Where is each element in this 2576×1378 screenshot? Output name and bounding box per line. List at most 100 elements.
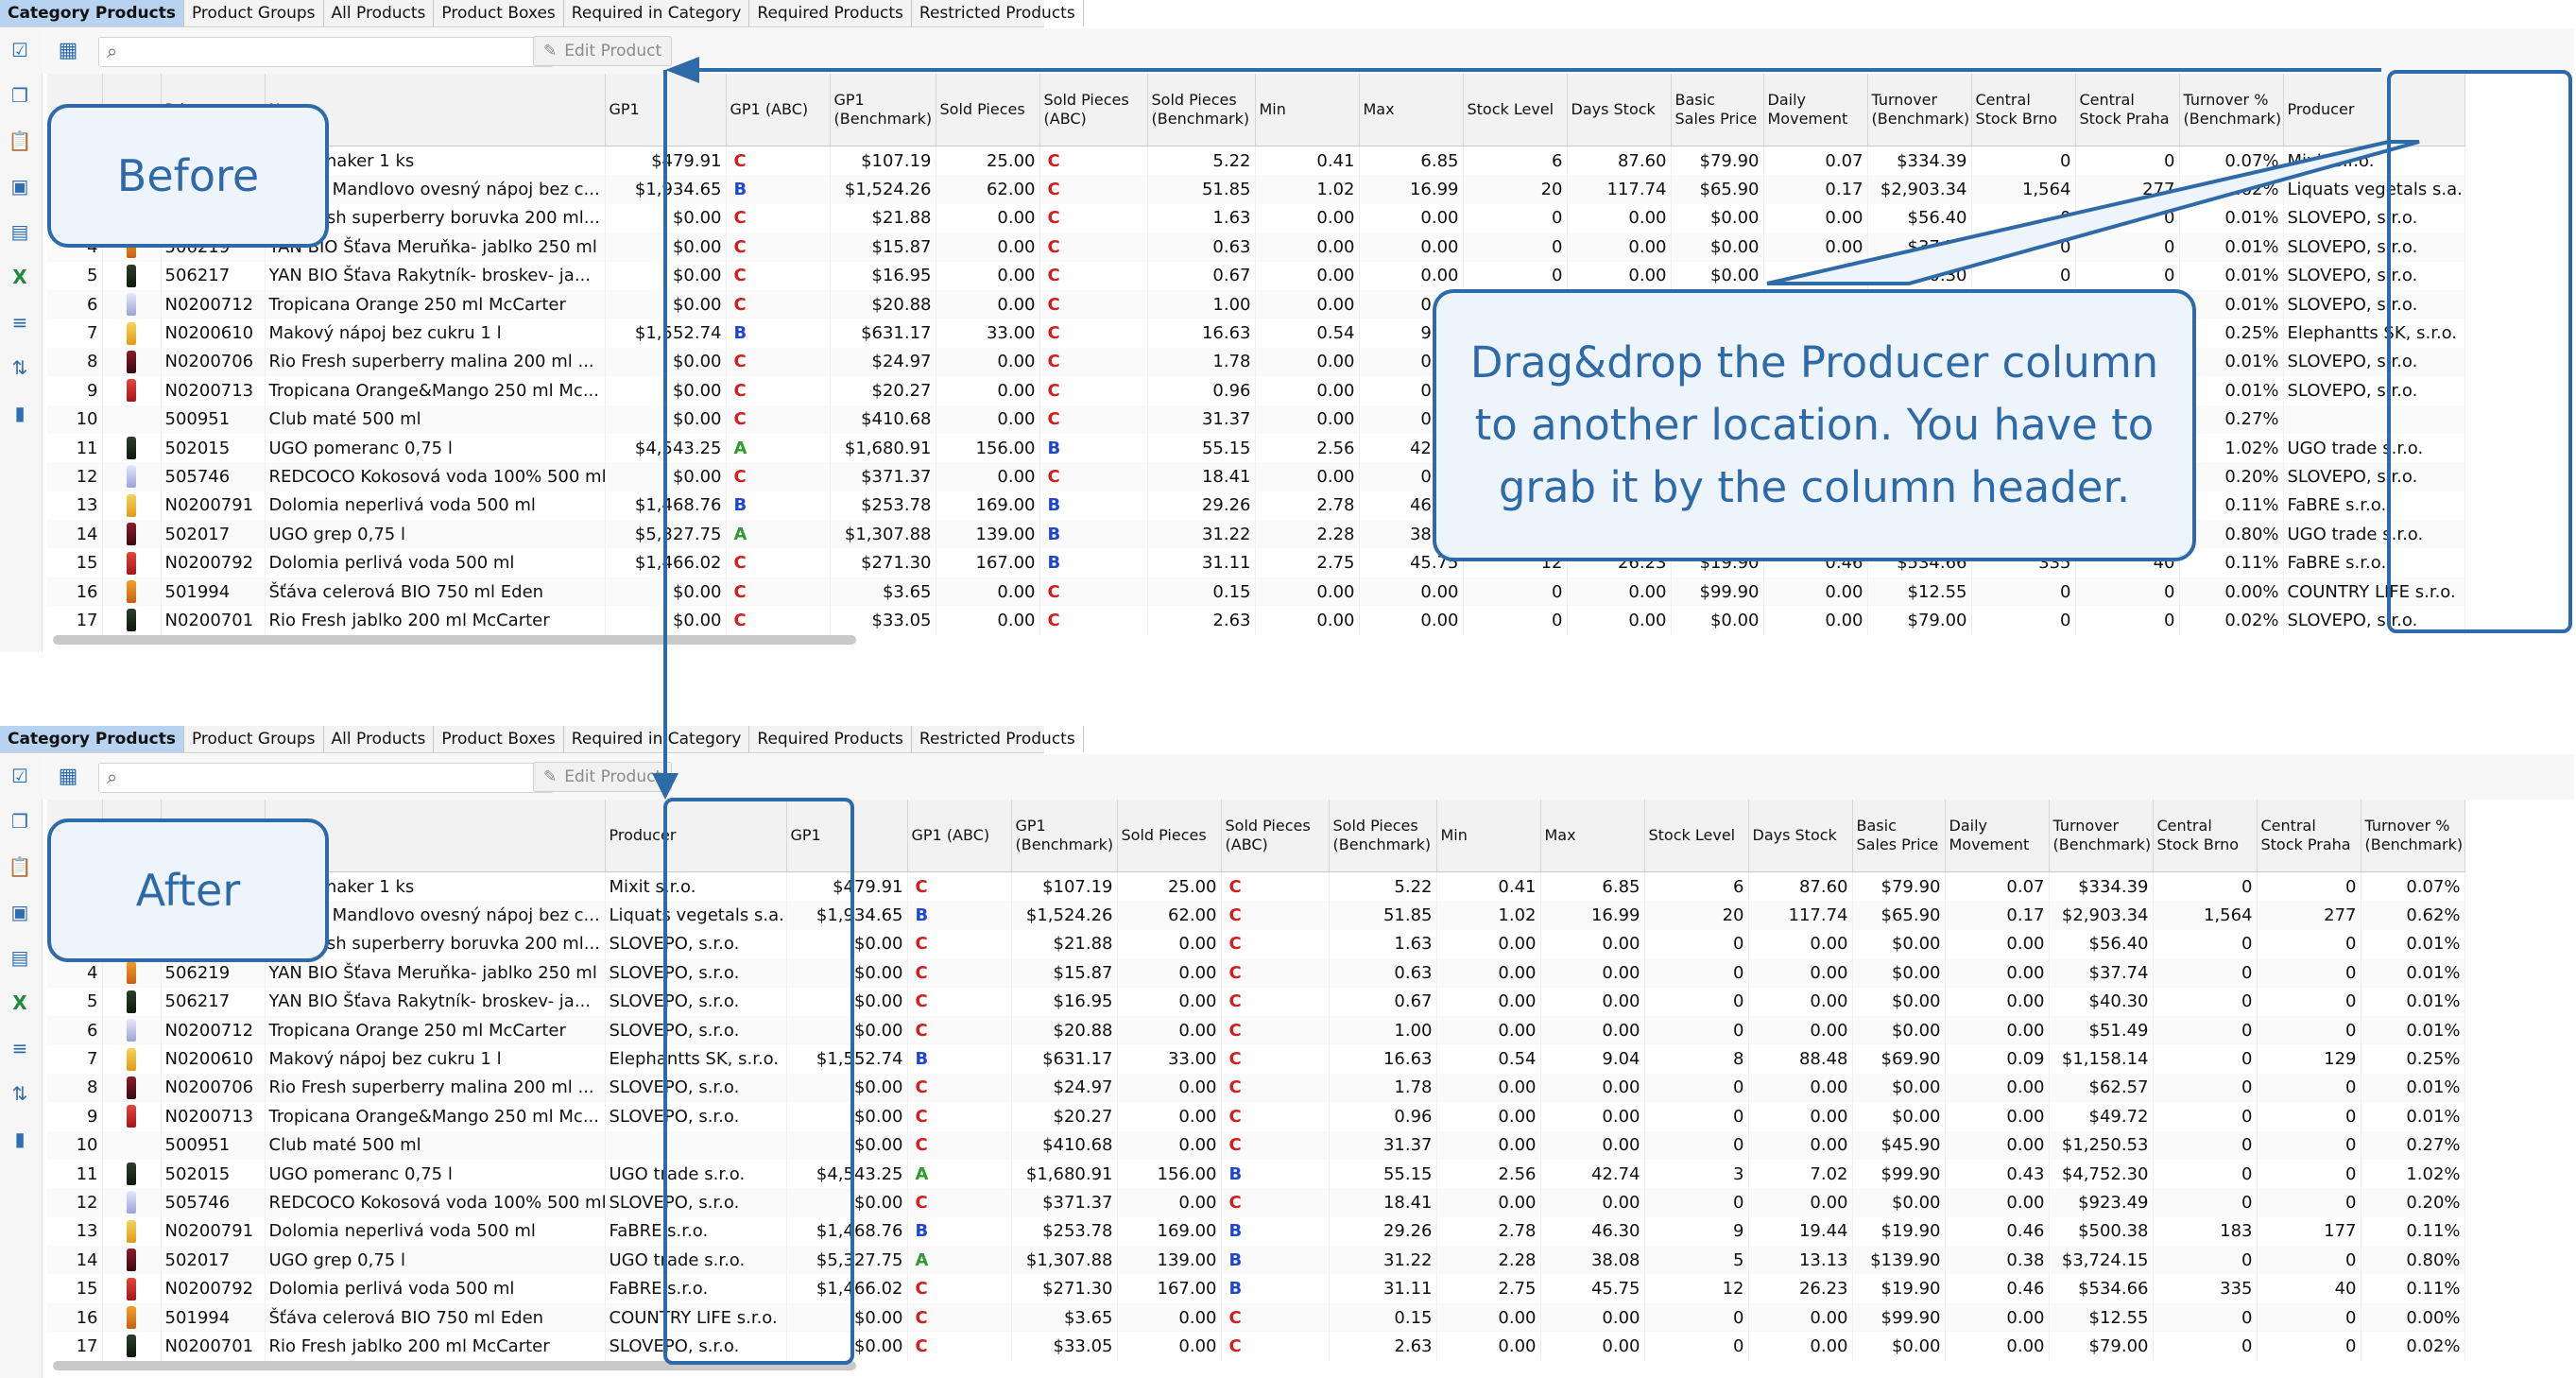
column-header-turnb[interactable]: Turnover (Benchmark) (2049, 800, 2154, 872)
tab-restricted-products[interactable]: Restricted Products (912, 726, 1084, 752)
calendar-settings-icon[interactable]: ▦ (55, 38, 81, 64)
column-header-min[interactable]: Min (1436, 800, 1541, 872)
bar-chart-icon[interactable]: ▮ (8, 1127, 32, 1151)
edit-product-button[interactable]: ✎ Edit Product (533, 762, 673, 792)
tab-product-groups[interactable]: Product Groups (184, 0, 324, 26)
column-header-gp1b[interactable]: GP1 (Benchmark) (1011, 800, 1118, 872)
column-header-praha[interactable]: Central Stock Praha (2257, 800, 2361, 872)
tab-all-products[interactable]: All Products (324, 0, 435, 26)
table-row[interactable]: 16 501994 Šťáva celerová BIO 750 ml Eden $0… (47, 577, 2465, 607)
column-header-price[interactable]: Basic Sales Price (1852, 800, 1946, 872)
column-header-sold[interactable]: Sold Pieces (1117, 800, 1222, 872)
table-row[interactable]: 11 502015 UGO pomeranc 0,75 l UGO trade s.r… (47, 1159, 2465, 1189)
column-header-price[interactable]: Basic Sales Price (1671, 74, 1764, 146)
tab-product-boxes[interactable]: Product Boxes (434, 726, 564, 752)
column-header-stock[interactable]: Stock Level (1463, 74, 1568, 146)
edit-product-button[interactable]: ✎ Edit Product (533, 36, 673, 66)
document-icon[interactable]: ▤ (8, 219, 32, 244)
save-icon[interactable]: ▣ (8, 174, 32, 198)
column-header-gp1abc[interactable]: GP1 (ABC) (726, 74, 831, 146)
bar-chart-icon[interactable]: ▮ (8, 401, 32, 425)
tab-restricted-products[interactable]: Restricted Products (912, 0, 1084, 26)
column-header-gp1[interactable]: GP1 (605, 74, 727, 146)
table-row[interactable]: 14 502017 UGO grep 0,75 l UGO trade s.r.o. $… (47, 1246, 2465, 1275)
excel-export-icon[interactable]: X (8, 990, 32, 1015)
tab-category-products[interactable]: Category Products (0, 0, 184, 26)
product-table-container[interactable]: PrimaryNameProducerGP1GP1 (ABC)GP1 (Benc… (47, 800, 2576, 1367)
column-header-gp1abc[interactable]: GP1 (ABC) (907, 800, 1012, 872)
column-header-soldabc[interactable]: Sold Pieces (ABC) (1039, 74, 1148, 146)
table-row[interactable]: 7 N0200610 Makový nápoj bez cukru 1 l Eleph… (47, 1044, 2465, 1074)
column-header-daily[interactable]: Daily Movement (1945, 800, 2050, 872)
table-row[interactable]: Rio Fresh superberry boruvka 200 ml... $0… (47, 203, 2465, 233)
search-input[interactable] (133, 767, 543, 789)
import-icon[interactable]: ⇅ (8, 355, 32, 380)
horizontal-scrollbar[interactable] (53, 635, 856, 645)
tab-product-groups[interactable]: Product Groups (184, 726, 324, 752)
table-row[interactable]: Rio Fresh superberry boruvka 200 ml... SL… (47, 929, 2465, 959)
search-input[interactable] (133, 41, 543, 63)
column-header-soldb[interactable]: Sold Pieces (Benchmark) (1147, 74, 1256, 146)
tab-required-products[interactable]: Required Products (749, 726, 912, 752)
table-row[interactable]: 17 N0200701 Rio Fresh jablko 200 ml McCart… (47, 1332, 2465, 1361)
column-header-turnpct[interactable]: Turnover % (Benchmark) (2179, 74, 2284, 146)
column-header-gp1[interactable]: GP1 (786, 800, 908, 872)
table-row[interactable]: 10 500951 Club maté 500 ml $0.00 C $410.68 0.0… (47, 1130, 2465, 1160)
table-row[interactable]: 4506219YAN BIO Šťava Meruňka- jablko 250… (47, 233, 2465, 262)
column-header-stock[interactable]: Stock Level (1644, 800, 1749, 872)
csv-export-icon[interactable]: ≡ (8, 310, 32, 335)
tab-required-in-category[interactable]: Required in Category (564, 0, 750, 26)
table-row[interactable]: 8 N0200706 Rio Fresh superberry malina 200… (47, 1073, 2465, 1103)
table-row[interactable]: 5 506217 YAN BIO Šťava Rakytník- broskev- … (47, 261, 2465, 290)
column-header-brno[interactable]: Central Stock Brno (2153, 800, 2258, 872)
save-icon[interactable]: ▣ (8, 900, 32, 924)
tab-category-products[interactable]: Category Products (0, 726, 184, 752)
column-header-days[interactable]: Days Stock (1748, 800, 1853, 872)
column-header-producer[interactable]: Producer (2283, 74, 2465, 146)
table-row[interactable]: Mixit Shaker 1 ks $479.91 C $107.19 25.00 C 5.… (47, 146, 2465, 176)
table-row[interactable]: 15 N0200792 Dolomia perlivá voda 500 ml FaB… (47, 1274, 2465, 1303)
table-row[interactable]: 9 N0200713 Tropicana Orange&Mango 250 ml M… (47, 1102, 2465, 1131)
column-header-soldb[interactable]: Sold Pieces (Benchmark) (1329, 800, 1437, 872)
table-row[interactable]: 5 506217 YAN BIO Šťava Rakytník- broskev- … (47, 987, 2465, 1016)
document-icon[interactable]: ▤ (8, 945, 32, 970)
table-row[interactable]: 13 N0200791 Dolomia neperlivá voda 500 ml F… (47, 1216, 2465, 1247)
table-row[interactable]: 4506219YAN BIO Šťava Meruňka- jablko 250… (47, 958, 2465, 988)
column-header-producer[interactable]: Producer (605, 800, 787, 872)
column-header-turnpct[interactable]: Turnover % (Benchmark) (2361, 800, 2465, 872)
column-header-soldabc[interactable]: Sold Pieces (ABC) (1221, 800, 1330, 872)
column-header-turnb[interactable]: Turnover (Benchmark) (1867, 74, 1972, 146)
column-header-gp1b[interactable]: GP1 (Benchmark) (830, 74, 936, 146)
column-header-daily[interactable]: Daily Movement (1763, 74, 1868, 146)
csv-export-icon[interactable]: ≡ (8, 1036, 32, 1060)
table-row[interactable]: Natrue Mandlovo ovesný nápoj bez c... $1,… (47, 175, 2465, 204)
table-row[interactable]: 6 N0200712 Tropicana Orange 250 ml McCarte… (47, 1015, 2465, 1045)
clipboard-icon[interactable]: 📋 (8, 129, 32, 153)
column-header-max[interactable]: Max (1540, 800, 1645, 872)
product-table-container[interactable]: PrimaryNameGP1GP1 (ABC)GP1 (Benchmark)So… (47, 74, 2576, 641)
search-box[interactable]: ⌕ (98, 37, 554, 67)
table-row[interactable]: Natrue Mandlovo ovesný nápoj bez c... Liq… (47, 901, 2465, 930)
copy-icon[interactable]: ❐ (8, 809, 32, 834)
table-row[interactable]: 12 505746 REDCOCO Kokosová voda 100% 500 m… (47, 1188, 2465, 1217)
table-row[interactable]: 16 501994 Šťáva celerová BIO 750 ml Eden CO… (47, 1302, 2465, 1333)
column-header-days[interactable]: Days Stock (1567, 74, 1672, 146)
copy-icon[interactable]: ❐ (8, 83, 32, 108)
column-header-praha[interactable]: Central Stock Praha (2075, 74, 2180, 146)
table-row[interactable]: 17 N0200701 Rio Fresh jablko 200 ml McCart… (47, 606, 2465, 635)
horizontal-scrollbar[interactable] (53, 1361, 856, 1370)
excel-export-icon[interactable]: X (8, 265, 32, 289)
check-list-icon[interactable]: ☑ (8, 764, 32, 788)
tab-product-boxes[interactable]: Product Boxes (434, 0, 564, 26)
column-header-brno[interactable]: Central Stock Brno (1971, 74, 2076, 146)
column-header-min[interactable]: Min (1255, 74, 1360, 146)
clipboard-icon[interactable]: 📋 (8, 854, 32, 879)
tab-all-products[interactable]: All Products (324, 726, 435, 752)
column-header-max[interactable]: Max (1359, 74, 1464, 146)
table-row[interactable]: Mixit Shaker 1 ks Mixit s.r.o. $479.91 C $10… (47, 871, 2465, 902)
calendar-settings-icon[interactable]: ▦ (55, 764, 81, 790)
tab-required-products[interactable]: Required Products (749, 0, 912, 26)
tab-required-in-category[interactable]: Required in Category (564, 726, 750, 752)
column-header-sold[interactable]: Sold Pieces (936, 74, 1040, 146)
check-list-icon[interactable]: ☑ (8, 38, 32, 62)
